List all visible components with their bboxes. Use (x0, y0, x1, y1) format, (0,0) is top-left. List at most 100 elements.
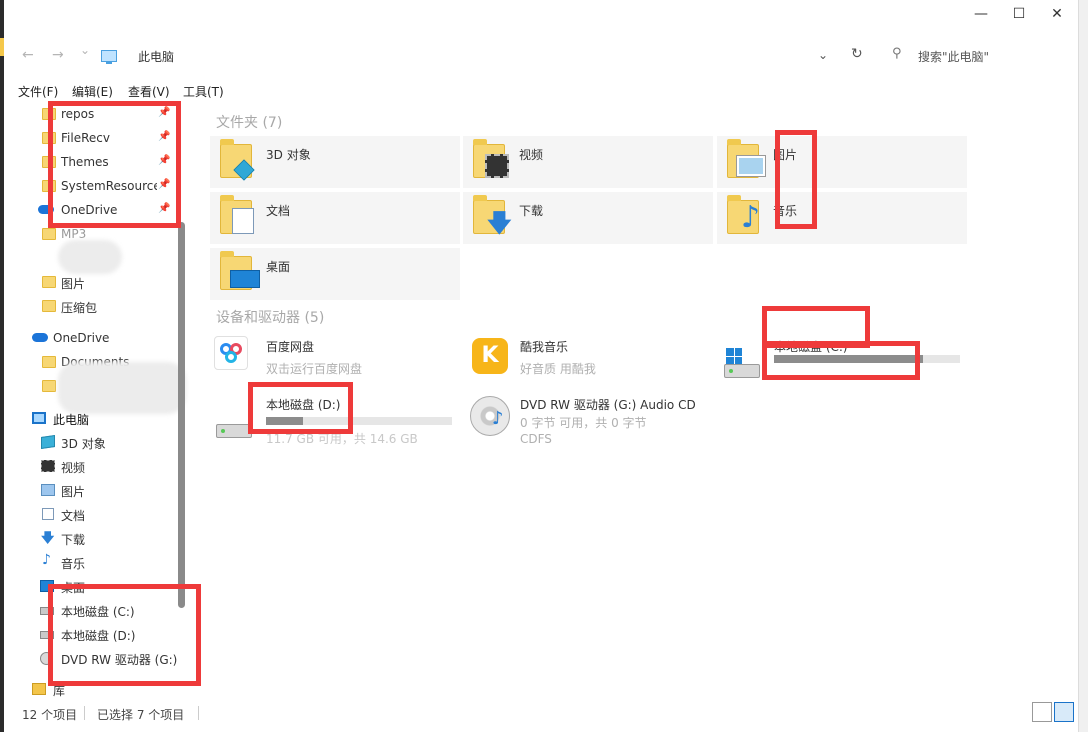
picture-icon (41, 484, 55, 496)
device-name: 酷我音乐 (520, 340, 569, 354)
device-subtitle: 双击运行百度网盘 (266, 362, 363, 376)
cube-icon (41, 435, 55, 449)
sidebar-item-this-pc[interactable]: 此电脑 (0, 407, 180, 429)
close-button[interactable]: ✕ (1038, 0, 1076, 28)
folder-tile-videos[interactable]: 视频 (463, 136, 713, 188)
status-divider (198, 706, 199, 720)
sidebar-item-label: 文档 (61, 509, 86, 523)
sidebar-item-pictures-quick[interactable]: 图片 (0, 271, 180, 293)
baidu-netdisk-icon (214, 336, 248, 370)
sidebar-item-label: MP3 (61, 227, 87, 241)
folder-tile-desktop[interactable]: 桌面 (210, 248, 460, 300)
device-subtitle: 好音质 用酷我 (520, 362, 596, 376)
annotation-box-pinned (48, 101, 181, 228)
folder-tile-3d-objects[interactable]: 3D 对象 (210, 136, 460, 188)
back-arrow-icon[interactable]: ← (22, 47, 34, 63)
this-pc-icon (32, 412, 46, 424)
redacted-area (58, 240, 122, 274)
device-kuwo-music[interactable]: K 酷我音乐 好音质 用酷我 (470, 334, 720, 386)
device-dvd-g[interactable]: ♪ DVD RW 驱动器 (G:) Audio CD 0 字节 可用，共 0 字… (470, 392, 720, 446)
hard-drive-icon (216, 424, 252, 438)
status-divider (84, 706, 85, 720)
device-baidu-netdisk[interactable]: 百度网盘 双击运行百度网盘 (212, 334, 462, 386)
library-icon (32, 683, 46, 695)
sidebar-scrollbar[interactable] (178, 222, 185, 608)
recent-locations-icon[interactable]: ⌄ (80, 43, 90, 57)
onedrive-icon (32, 333, 48, 342)
device-subtitle: 0 字节 可用，共 0 字节 (520, 416, 647, 430)
large-icons-view-button[interactable] (1054, 702, 1074, 722)
device-name: DVD RW 驱动器 (G:) Audio CD (520, 398, 696, 412)
document-icon (42, 508, 54, 520)
chevron-down-icon[interactable]: ⌄ (818, 48, 828, 62)
sidebar-item-label: OneDrive (53, 331, 110, 345)
sidebar-item-documents[interactable]: 文档 (0, 503, 180, 525)
folder-icon (42, 356, 56, 368)
address-bar: ← → ⌄ 此电脑 ⌄ ↻ ⚲ 搜索"此电脑" (0, 40, 1078, 70)
annotation-box-folder-names (775, 130, 817, 229)
sidebar-item-archives[interactable]: 压缩包 (0, 295, 180, 317)
menu-tools[interactable]: 工具(T) (183, 83, 224, 100)
title-bar: — ☐ ✕ (0, 0, 1088, 30)
hard-drive-icon (724, 364, 760, 378)
annotation-box-drive-c-bar (762, 341, 920, 380)
search-icon: ⚲ (892, 46, 902, 61)
windows-logo-icon (726, 348, 742, 364)
sidebar-item-label: 图片 (61, 277, 86, 291)
folder-label: 桌面 (266, 260, 291, 274)
address-path[interactable]: 此电脑 (138, 48, 174, 65)
sidebar-item-label: 此电脑 (53, 413, 90, 427)
download-icon: 🡇 (487, 209, 512, 237)
annotation-box-drive-d (248, 382, 353, 434)
video-icon (485, 154, 509, 178)
sidebar-item-onedrive[interactable]: OneDrive (0, 327, 180, 349)
sidebar-item-downloads[interactable]: 🡇 下载 (0, 527, 180, 549)
sidebar-item-3d-objects[interactable]: 3D 对象 (0, 431, 180, 453)
desktop-icon (230, 270, 260, 288)
sidebar-item-videos[interactable]: 视频 (0, 455, 180, 477)
menu-view[interactable]: 查看(V) (128, 83, 170, 100)
download-icon: 🡇 (41, 531, 55, 546)
item-count: 12 个项目 (22, 708, 78, 722)
refresh-icon[interactable]: ↻ (851, 46, 863, 62)
forward-arrow-icon[interactable]: → (52, 47, 64, 63)
annotation-box-drives (48, 584, 201, 686)
kuwo-music-icon: K (472, 338, 508, 374)
menu-file[interactable]: 文件(F) (18, 83, 58, 100)
search-input[interactable]: 搜索"此电脑" (918, 48, 989, 65)
folders-group-header[interactable]: 文件夹 (7) (216, 112, 282, 132)
music-icon: ♪ (42, 552, 51, 568)
sidebar-item-label: 图片 (61, 485, 86, 499)
folder-label: 3D 对象 (266, 148, 311, 162)
video-icon (41, 460, 55, 472)
sidebar-item-label: 视频 (61, 461, 86, 475)
music-icon: ♪ (741, 200, 761, 235)
folder-tile-music[interactable]: ♪ 音乐 (717, 192, 967, 244)
devices-group-header[interactable]: 设备和驱动器 (5) (216, 307, 324, 327)
status-bar: 12 个项目 已选择 7 个项目 (0, 700, 1078, 732)
sidebar-item-label: 下载 (61, 533, 86, 547)
menu-edit[interactable]: 编辑(E) (72, 83, 113, 100)
window-right-edge (1078, 0, 1088, 732)
details-view-button[interactable] (1032, 702, 1052, 722)
music-icon: ♪ (492, 408, 504, 429)
minimize-button[interactable]: — (962, 0, 1000, 28)
folder-label: 下载 (519, 204, 544, 218)
sidebar-item-pictures[interactable]: 图片 (0, 479, 180, 501)
sidebar-item-music[interactable]: ♪ 音乐 (0, 551, 180, 573)
folder-label: 文档 (266, 204, 291, 218)
selected-count: 已选择 7 个项目 (97, 708, 185, 722)
folder-tile-downloads[interactable]: 🡇 下载 (463, 192, 713, 244)
folder-icon (42, 380, 56, 392)
folder-label: 视频 (519, 148, 544, 162)
menu-bar: 文件(F) 编辑(E) 查看(V) 工具(T) (0, 80, 1078, 100)
this-pc-icon (101, 50, 117, 64)
sidebar-item-label: 压缩包 (61, 301, 98, 315)
folder-tile-documents[interactable]: 文档 (210, 192, 460, 244)
dvd-disc-icon (470, 396, 510, 436)
folder-icon (42, 300, 56, 312)
document-icon (232, 208, 254, 234)
maximize-button[interactable]: ☐ (1000, 0, 1038, 28)
folder-tile-pictures[interactable]: 图片 (717, 136, 967, 188)
picture-icon (737, 156, 765, 176)
